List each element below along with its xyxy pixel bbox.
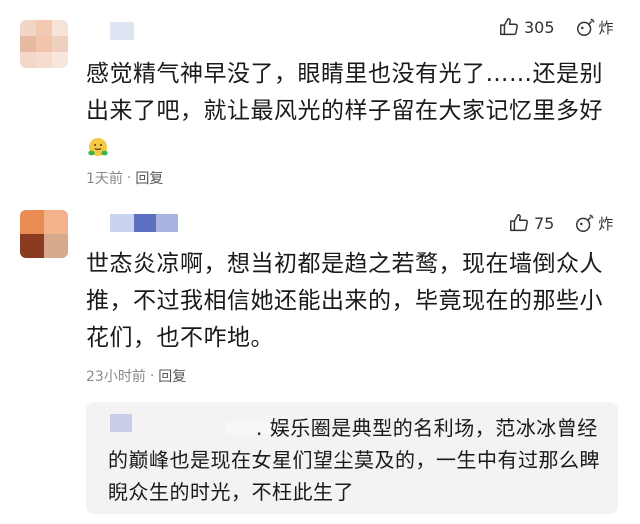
- commenter-name[interactable]: [110, 214, 134, 232]
- sub-reply-text: . 娱乐圈是典型的名利场，范冰冰曾经的巅峰也是现在女星们望尘莫及的，一生中有过那…: [108, 412, 608, 508]
- meta-separator: ·: [149, 368, 155, 384]
- commenter-name[interactable]: [110, 22, 134, 40]
- commenter-avatar[interactable]: [20, 20, 68, 68]
- sub-reply-prefix: .: [256, 416, 263, 440]
- bomb-button[interactable]: 炸: [575, 16, 614, 38]
- bomb-label: 炸: [598, 214, 614, 233]
- sub-reply-body: 娱乐圈是典型的名利场，范冰冰曾经的巅峰也是现在女星们望尘莫及的，一生中有过那么睥…: [108, 416, 600, 504]
- comment-body: 世态炎凉啊，想当初都是趋之若鹜，现在墙倒众人推，不过我相信她还能出来的，毕竟现在…: [86, 251, 603, 351]
- bomb-label: 炸: [598, 18, 614, 37]
- comment-text: 感觉精气神早没了，眼睛里也没有光了……还是别出来了吧，就让最风光的样子留在大家记…: [86, 56, 616, 167]
- meta-separator: ·: [126, 170, 132, 186]
- like-button[interactable]: 305: [498, 16, 555, 38]
- comment-meta: 23小时前 · 回复: [86, 366, 186, 386]
- comment-meta: 1天前 · 回复: [86, 168, 163, 188]
- commenter-name-extra: [156, 214, 178, 232]
- comment-actions: 75 炸: [508, 212, 613, 234]
- thumbs-up-icon: [500, 18, 518, 36]
- comment-time: 23小时前: [86, 369, 146, 385]
- reply-button[interactable]: 回复: [158, 366, 186, 386]
- comment-body: 感觉精气神早没了，眼睛里也没有光了……还是别出来了吧，就让最风光的样子留在大家记…: [86, 61, 603, 124]
- like-count: 75: [534, 213, 555, 233]
- commenter-name-extra: [134, 214, 156, 232]
- commenter-avatar[interactable]: [20, 210, 68, 258]
- bomb-icon: [576, 214, 594, 232]
- comment-actions: 305 炸: [498, 16, 614, 38]
- reply-button[interactable]: 回复: [135, 168, 163, 188]
- sub-reply[interactable]: . 娱乐圈是典型的名利场，范冰冰曾经的巅峰也是现在女星们望尘莫及的，一生中有过那…: [86, 402, 618, 514]
- thumbs-up-icon: [510, 214, 528, 232]
- comment-time: 1天前: [86, 171, 123, 187]
- hugging-face-emoji: [86, 135, 110, 161]
- like-count: 305: [524, 17, 555, 37]
- comment-text: 世态炎凉啊，想当初都是趋之若鹜，现在墙倒众人推，不过我相信她还能出来的，毕竟现在…: [86, 246, 616, 357]
- bomb-icon: [576, 18, 594, 36]
- bomb-button[interactable]: 炸: [574, 212, 613, 234]
- like-button[interactable]: 75: [508, 212, 554, 234]
